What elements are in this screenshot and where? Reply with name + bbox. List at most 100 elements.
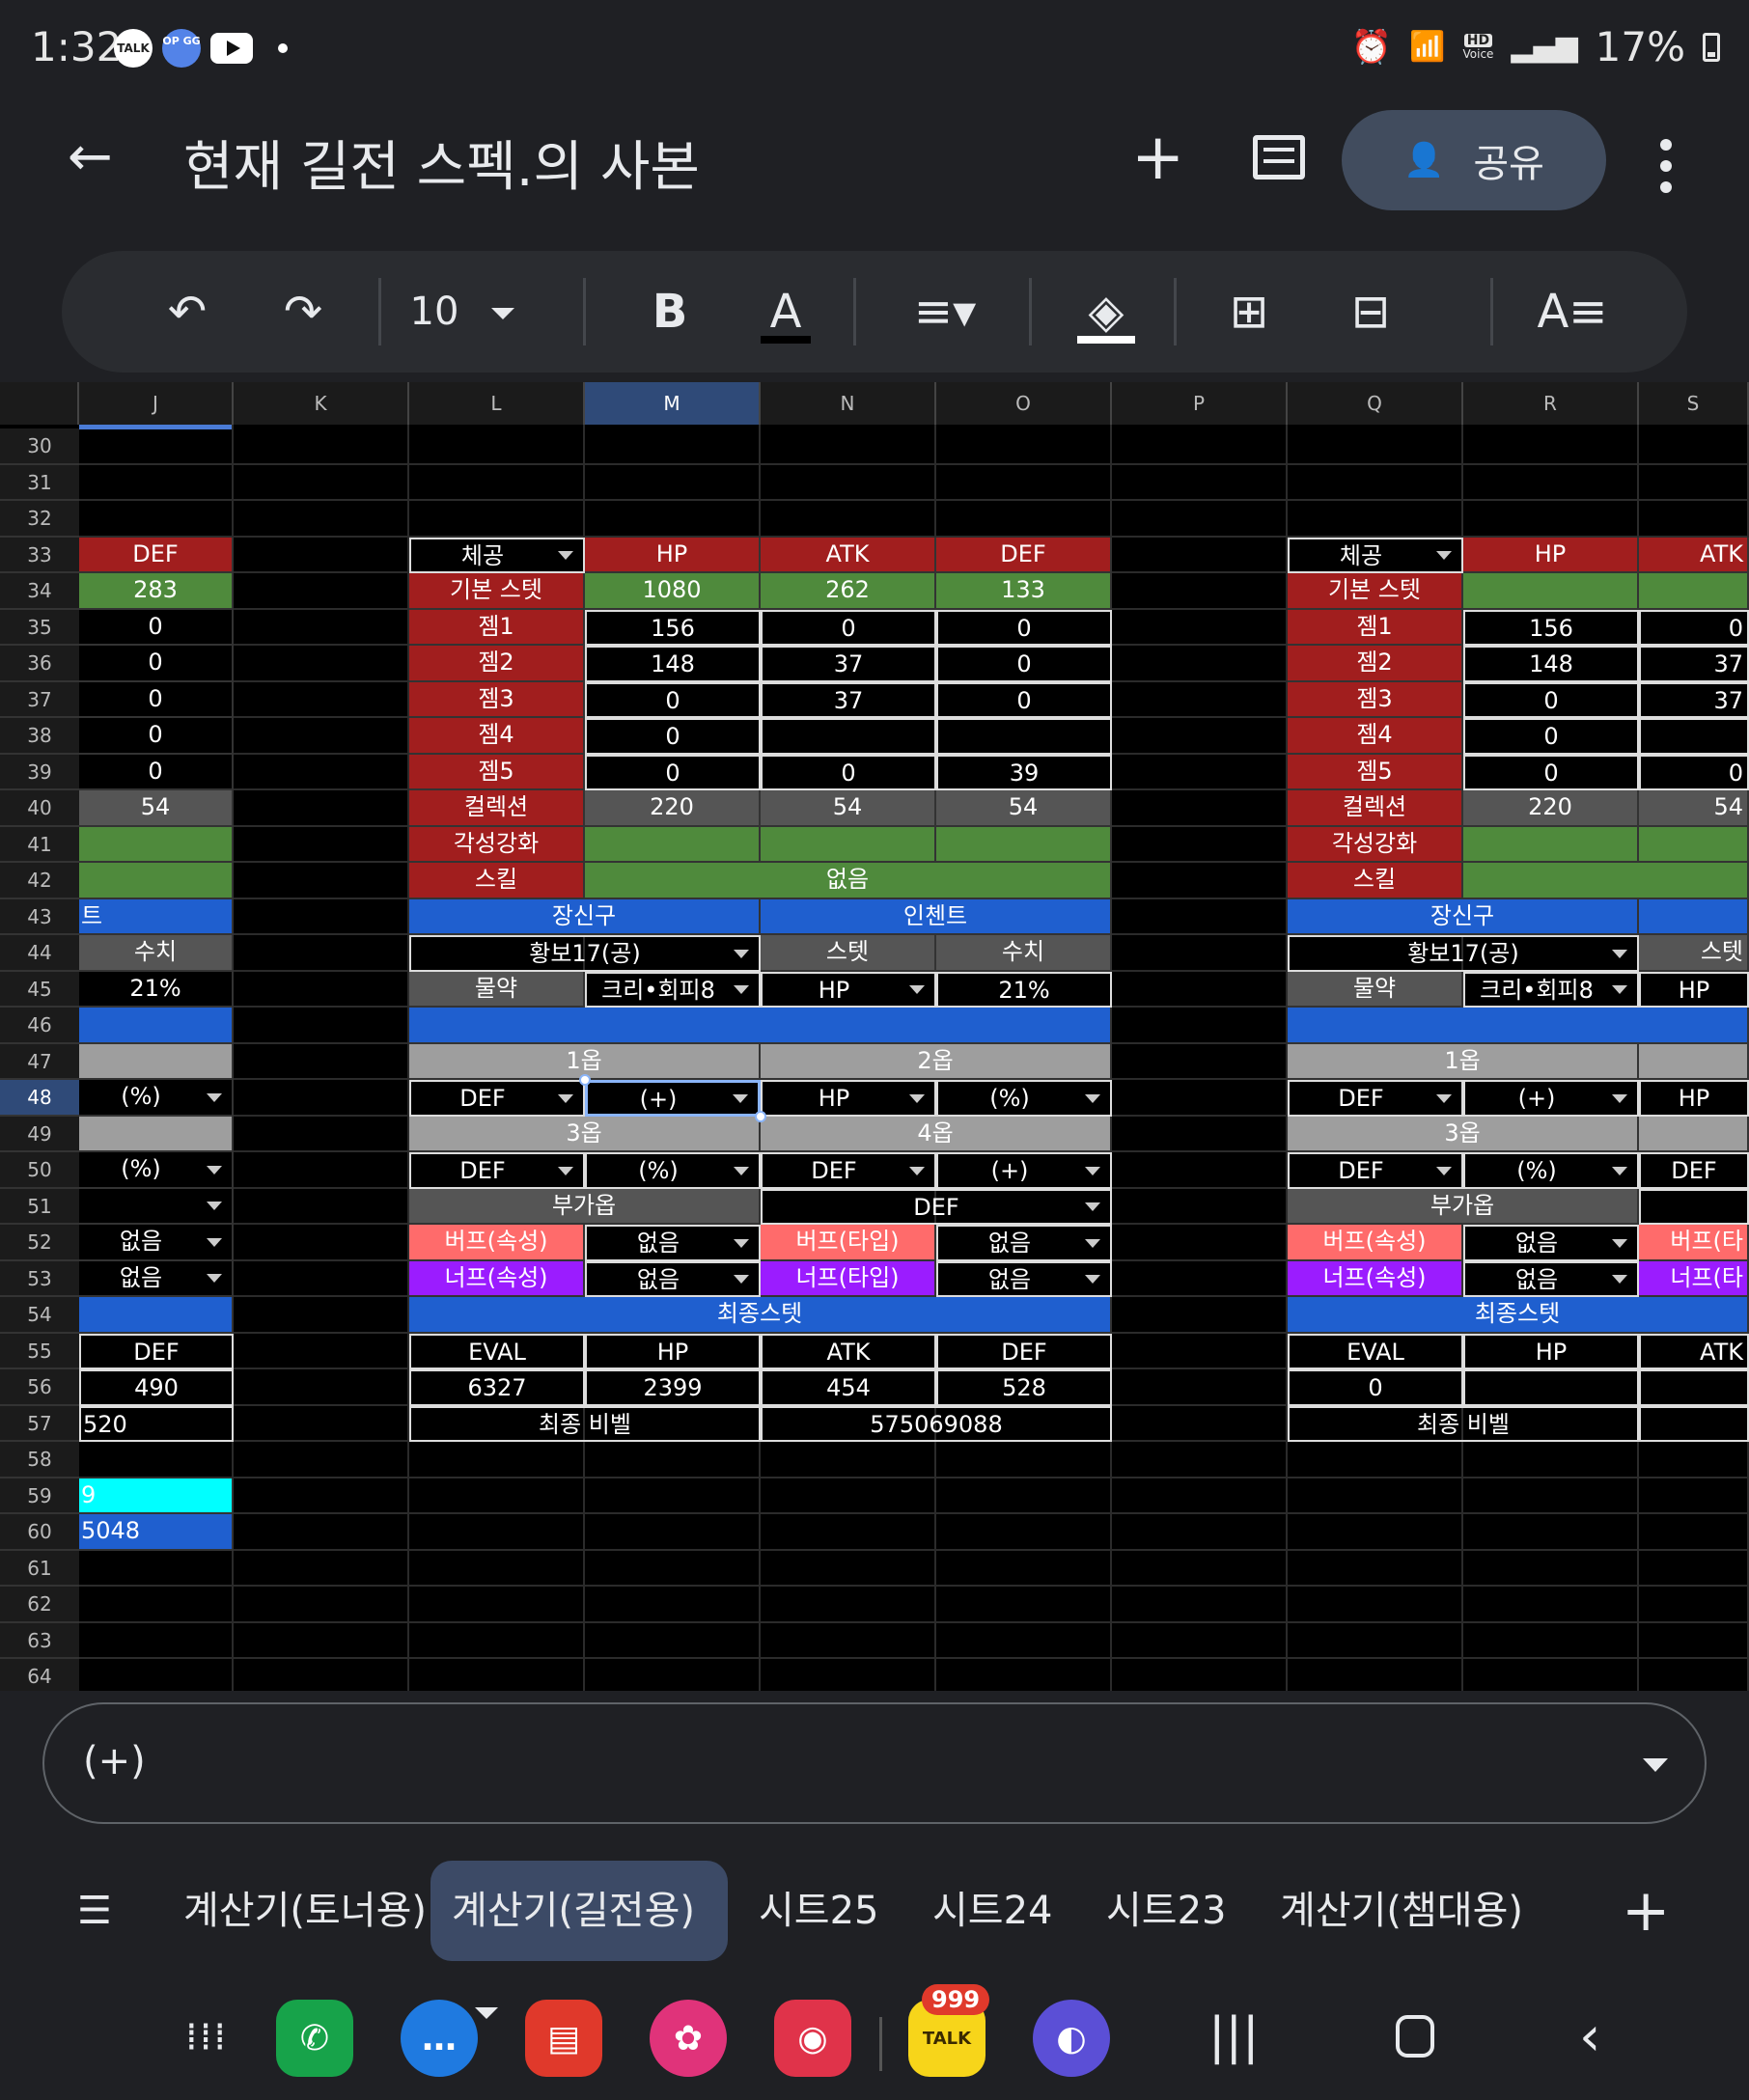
cell-o50[interactable]: (+)	[936, 1152, 1112, 1189]
sheet-tab-5[interactable]: 계산기(챔대용)	[1280, 1861, 1523, 1961]
kakaotalk-app-icon[interactable]: TALK 999	[908, 1984, 990, 2077]
cell-n39[interactable]: 0	[761, 754, 936, 790]
cell-s38[interactable]	[1639, 718, 1749, 755]
cell-n57[interactable]: 575069088	[761, 1405, 1112, 1442]
cell-q42[interactable]: 스킬	[1288, 863, 1463, 899]
cell-q38[interactable]: 젬4	[1288, 718, 1463, 755]
cell-o38[interactable]	[936, 718, 1112, 755]
cell-n36[interactable]: 37	[761, 646, 936, 682]
sheet-tab-2[interactable]: 시트25	[759, 1861, 879, 1961]
font-size-select[interactable]: 10	[409, 251, 515, 373]
insert-plus-icon[interactable]: +	[1131, 120, 1184, 194]
row-header-56[interactable]: 56	[0, 1369, 79, 1406]
add-sheet-icon[interactable]: +	[1622, 1861, 1670, 1961]
cell-n53[interactable]: 너프(타입)	[761, 1260, 936, 1297]
cell-o45[interactable]: 21%	[936, 971, 1112, 1008]
cell-l46[interactable]	[409, 1008, 1112, 1044]
row-header-64[interactable]: 64	[0, 1659, 79, 1691]
cell-m39[interactable]: 0	[585, 754, 761, 790]
cell-o44[interactable]: 수치	[936, 935, 1112, 972]
cell-s52[interactable]: 버프(타	[1639, 1225, 1749, 1261]
cell-l42[interactable]: 스킬	[409, 863, 585, 899]
cell-j42[interactable]	[79, 863, 234, 899]
cell-s43[interactable]	[1639, 898, 1749, 935]
cell-j41[interactable]	[79, 826, 234, 863]
cell-q49[interactable]: 3옵	[1288, 1116, 1639, 1152]
sheet-tab-4[interactable]: 시트23	[1106, 1861, 1227, 1961]
cell-n51[interactable]: DEF	[761, 1188, 1112, 1225]
cell-o33[interactable]: DEF	[936, 537, 1112, 573]
row-header-50[interactable]: 50	[0, 1152, 79, 1189]
cell-j37[interactable]: 0	[79, 681, 234, 718]
all-sheets-menu-icon[interactable]: ☰	[77, 1861, 125, 1961]
cell-s47[interactable]	[1639, 1043, 1749, 1080]
cell-r33[interactable]: HP	[1463, 537, 1639, 573]
cell-n52[interactable]: 버프(타입)	[761, 1225, 936, 1261]
cell-s53[interactable]: 너프(타	[1639, 1260, 1749, 1297]
cell-j57[interactable]: 520	[79, 1405, 234, 1442]
cell-l41[interactable]: 각성강화	[409, 826, 585, 863]
cell-q43[interactable]: 장신구	[1288, 898, 1639, 935]
cell-n55[interactable]: ATK	[761, 1333, 936, 1369]
cell-l37[interactable]: 젬3	[409, 681, 585, 718]
row-header-47[interactable]: 47	[0, 1043, 79, 1080]
cell-o56[interactable]: 528	[936, 1369, 1112, 1406]
row-header-52[interactable]: 52	[0, 1225, 79, 1261]
cell-j49[interactable]	[79, 1116, 234, 1152]
cell-l45[interactable]: 물약	[409, 971, 585, 1008]
cell-r48[interactable]: (+)	[1463, 1080, 1639, 1117]
cell-m52[interactable]: 없음	[585, 1225, 761, 1261]
cell-s37[interactable]: 37	[1639, 681, 1749, 718]
cell-j44[interactable]: 수치	[79, 935, 234, 972]
cell-l34[interactable]: 기본 스텟	[409, 573, 585, 610]
cell-o37[interactable]: 0	[936, 681, 1112, 718]
app-drawer-icon[interactable]: ⁞⁞⁞	[185, 2015, 228, 2059]
cell-n47[interactable]: 2옵	[761, 1043, 1112, 1080]
cell-l43[interactable]: 장신구	[409, 898, 761, 935]
cell-n35[interactable]: 0	[761, 609, 936, 646]
cell-r42[interactable]	[1463, 863, 1749, 899]
cell-j38[interactable]: 0	[79, 718, 234, 755]
document-title[interactable]: 현재 길전 스펙.의 사본	[183, 124, 700, 202]
cell-j46[interactable]	[79, 1008, 234, 1044]
cell-n45[interactable]: HP	[761, 971, 936, 1008]
cell-j53[interactable]: 없음	[79, 1260, 234, 1297]
cell-r38[interactable]: 0	[1463, 718, 1639, 755]
cell-r40[interactable]: 220	[1463, 790, 1639, 827]
cell-s51[interactable]	[1639, 1188, 1749, 1225]
cell-s48[interactable]: HP	[1639, 1080, 1749, 1117]
text-format-icon[interactable]: A≡	[1529, 251, 1616, 373]
cell-j54[interactable]	[79, 1297, 234, 1334]
cell-j36[interactable]: 0	[79, 646, 234, 682]
row-header-36[interactable]: 36	[0, 646, 79, 682]
column-header-o[interactable]: O	[936, 382, 1112, 425]
cell-r45[interactable]: 크리•회피8	[1463, 971, 1639, 1008]
cell-l48[interactable]: DEF	[409, 1080, 585, 1117]
cell-r55[interactable]: HP	[1463, 1333, 1639, 1369]
undo-icon[interactable]: ↶	[149, 251, 226, 373]
more-options-icon[interactable]	[1660, 139, 1676, 193]
row-header-40[interactable]: 40	[0, 790, 79, 827]
cell-j33[interactable]: DEF	[79, 537, 234, 573]
cell-o53[interactable]: 없음	[936, 1260, 1112, 1297]
cell-s33[interactable]: ATK	[1639, 537, 1749, 573]
sheet-tab-1[interactable]: 계산기(길전용)	[430, 1861, 728, 2019]
camera-app-icon[interactable]: ◉	[774, 2000, 851, 2077]
row-header-58[interactable]: 58	[0, 1442, 79, 1478]
cell-m35[interactable]: 156	[585, 609, 761, 646]
cell-s35[interactable]: 0	[1639, 609, 1749, 646]
cell-n50[interactable]: DEF	[761, 1152, 936, 1189]
cell-l35[interactable]: 젬1	[409, 609, 585, 646]
column-header-r[interactable]: R	[1463, 382, 1639, 425]
cell-l52[interactable]: 버프(속성)	[409, 1225, 585, 1261]
cell-l50[interactable]: DEF	[409, 1152, 585, 1189]
cell-j52[interactable]: 없음	[79, 1225, 234, 1261]
column-header-k[interactable]: K	[234, 382, 409, 425]
column-header-m[interactable]: M	[585, 382, 761, 425]
cell-l39[interactable]: 젬5	[409, 754, 585, 790]
column-header-q[interactable]: Q	[1288, 382, 1463, 425]
row-header-41[interactable]: 41	[0, 826, 79, 863]
cell-j60[interactable]: 5048	[79, 1514, 234, 1551]
cell-n34[interactable]: 262	[761, 573, 936, 610]
cell-o52[interactable]: 없음	[936, 1225, 1112, 1261]
